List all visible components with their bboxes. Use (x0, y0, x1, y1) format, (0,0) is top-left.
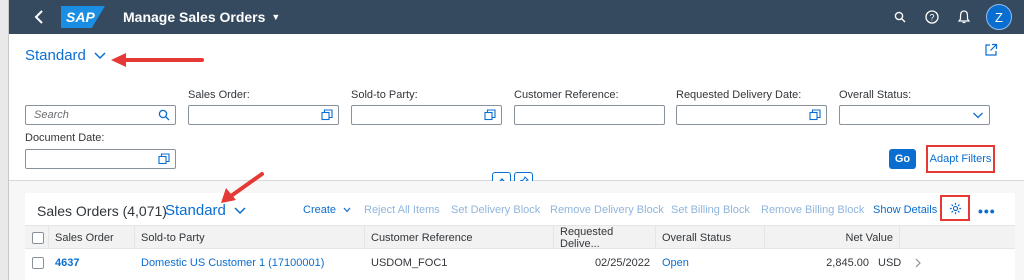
set-delivery-block-button[interactable]: Set Delivery Block (451, 204, 540, 216)
remove-billing-block-button[interactable]: Remove Billing Block (761, 204, 864, 216)
chevron-left-icon (34, 10, 43, 24)
table-variant-name: Standard (165, 202, 226, 219)
requested-delivery-value: 02/25/2022 (594, 257, 650, 269)
customer-reference-value: USDOM_FOC1 (371, 257, 448, 269)
more-options-icon[interactable]: ••• (978, 203, 996, 219)
notifications-button[interactable] (948, 0, 980, 34)
bell-icon (958, 10, 970, 24)
column-header-net-value[interactable]: Net Value (765, 226, 900, 249)
chevron-down-icon (343, 207, 351, 213)
help-button[interactable]: ? (916, 0, 948, 34)
user-avatar[interactable]: Z (986, 4, 1012, 30)
chevron-down-icon (234, 206, 246, 214)
column-header-requested-delivery[interactable]: Requested Delive... (554, 226, 656, 250)
value-help-icon[interactable] (809, 109, 821, 121)
table-settings-button[interactable] (940, 195, 970, 221)
chevron-down-icon[interactable] (972, 109, 984, 121)
select-all-cell (25, 226, 49, 249)
shell-bar: SAP Manage Sales Orders ▼ ? Z (9, 0, 1024, 34)
sales-orders-table: Sales Orders (4,071) Standard Create Rej… (25, 193, 1015, 280)
table-header-row: Sales Order Sold-to Party Customer Refer… (25, 225, 1015, 250)
row-navigation-icon[interactable] (915, 250, 921, 276)
remove-delivery-block-button[interactable]: Remove Delivery Block (550, 204, 664, 216)
table-row[interactable]: 4637 Domestic US Customer 1 (17100001) U… (25, 250, 1015, 280)
sales-order-link[interactable]: 4637 (55, 250, 79, 276)
overall-status-link[interactable]: Open (662, 250, 689, 276)
customer-reference-input[interactable] (514, 105, 665, 125)
annotation-arrow-variant (111, 53, 204, 67)
search-button[interactable] (884, 0, 916, 34)
sold-to-party-label: Sold-to Party: (351, 89, 418, 101)
column-header-sales-order[interactable]: Sales Order (49, 226, 135, 249)
back-button[interactable] (23, 0, 55, 34)
create-label: Create (303, 204, 337, 216)
column-header-overall-status[interactable]: Overall Status (656, 226, 765, 249)
row-checkbox[interactable] (32, 257, 44, 269)
background-window-edge (0, 0, 9, 280)
adapt-filters-button[interactable]: Adapt Filters (926, 145, 995, 173)
value-help-icon[interactable] (158, 153, 170, 165)
column-header-sold-to-party[interactable]: Sold-to Party (135, 226, 365, 249)
sold-to-party-input[interactable] (351, 105, 502, 125)
requested-delivery-date-label: Requested Delivery Date: (676, 89, 802, 101)
app-title-dropdown-icon[interactable]: ▼ (271, 12, 280, 22)
chevron-down-icon (94, 51, 106, 59)
net-value-currency: USD (878, 257, 902, 269)
show-details-button[interactable]: Show Details (873, 204, 937, 216)
search-input[interactable]: Search (25, 105, 176, 125)
search-icon[interactable] (158, 109, 170, 121)
column-header-spacer (900, 226, 1015, 249)
net-value-amount: 2,845.00 (826, 257, 869, 269)
app-title[interactable]: Manage Sales Orders (123, 9, 265, 25)
search-icon (894, 11, 906, 23)
value-help-icon[interactable] (321, 109, 333, 121)
column-header-customer-reference[interactable]: Customer Reference (365, 226, 554, 249)
document-date-label: Document Date: (25, 132, 105, 144)
document-date-input[interactable] (25, 149, 176, 169)
set-billing-block-button[interactable]: Set Billing Block (671, 204, 750, 216)
reject-all-items-button[interactable]: Reject All Items (364, 204, 440, 216)
requested-delivery-date-input[interactable] (676, 105, 827, 125)
filter-variant-name: Standard (25, 47, 86, 64)
row-select-cell (32, 250, 44, 276)
table-section: Sales Orders (4,071) Standard Create Rej… (9, 181, 1024, 280)
sales-order-input[interactable] (188, 105, 339, 125)
customer-reference-label: Customer Reference: (514, 89, 619, 101)
value-help-icon[interactable] (484, 109, 496, 121)
filter-variant-selector[interactable]: Standard (25, 47, 106, 64)
select-all-checkbox[interactable] (32, 231, 44, 244)
sold-to-party-link[interactable]: Domestic US Customer 1 (17100001) (141, 250, 324, 276)
help-icon: ? (925, 10, 939, 24)
overall-status-label: Overall Status: (839, 89, 912, 101)
table-title: Sales Orders (4,071) (37, 203, 167, 219)
share-icon[interactable] (984, 43, 998, 57)
svg-text:?: ? (929, 13, 934, 23)
annotation-arrow-table-variant (221, 172, 264, 203)
sales-order-label: Sales Order: (188, 89, 250, 101)
sap-logo[interactable]: SAP (61, 6, 105, 28)
go-button[interactable]: Go (889, 149, 916, 169)
overall-status-select[interactable] (839, 105, 990, 125)
create-button[interactable]: Create (303, 204, 351, 216)
chevron-right-icon (915, 258, 921, 268)
gear-icon (949, 202, 961, 214)
search-placeholder: Search (34, 109, 69, 121)
